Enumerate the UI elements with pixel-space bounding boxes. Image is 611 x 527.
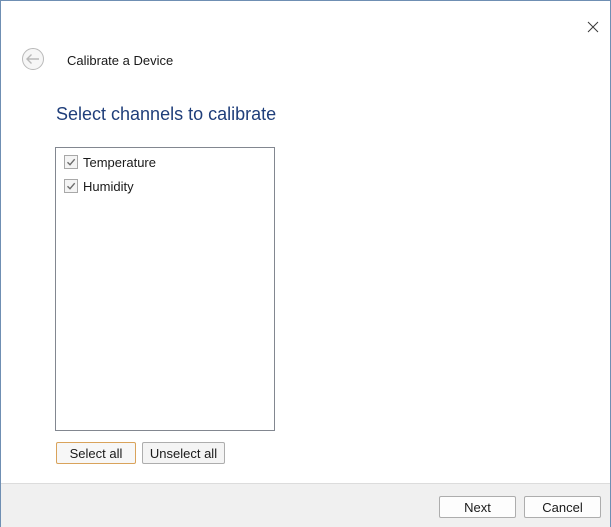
humidity-checkbox[interactable]	[64, 179, 78, 193]
select-all-button[interactable]: Select all	[56, 442, 136, 464]
unselect-all-button[interactable]: Unselect all	[142, 442, 225, 464]
channel-item-humidity[interactable]: Humidity	[64, 177, 134, 195]
channel-list[interactable]: Temperature Humidity	[55, 147, 275, 431]
calibrate-device-dialog: Calibrate a Device Select channels to ca…	[0, 0, 611, 527]
channel-item-temperature[interactable]: Temperature	[64, 153, 156, 171]
page-heading: Select channels to calibrate	[56, 104, 277, 124]
back-arrow-icon	[22, 48, 44, 70]
channel-label: Temperature	[83, 154, 156, 170]
temperature-checkbox[interactable]	[64, 155, 78, 169]
checkmark-icon	[67, 182, 76, 190]
next-button[interactable]: Next	[439, 496, 516, 518]
checkmark-icon	[67, 158, 76, 166]
dialog-footer: Next Cancel	[1, 483, 610, 527]
close-icon	[587, 21, 599, 33]
close-button[interactable]	[583, 17, 603, 37]
back-button[interactable]	[21, 47, 45, 71]
cancel-button[interactable]: Cancel	[524, 496, 601, 518]
window-title: Calibrate a Device	[67, 53, 174, 68]
channel-label: Humidity	[83, 178, 134, 194]
